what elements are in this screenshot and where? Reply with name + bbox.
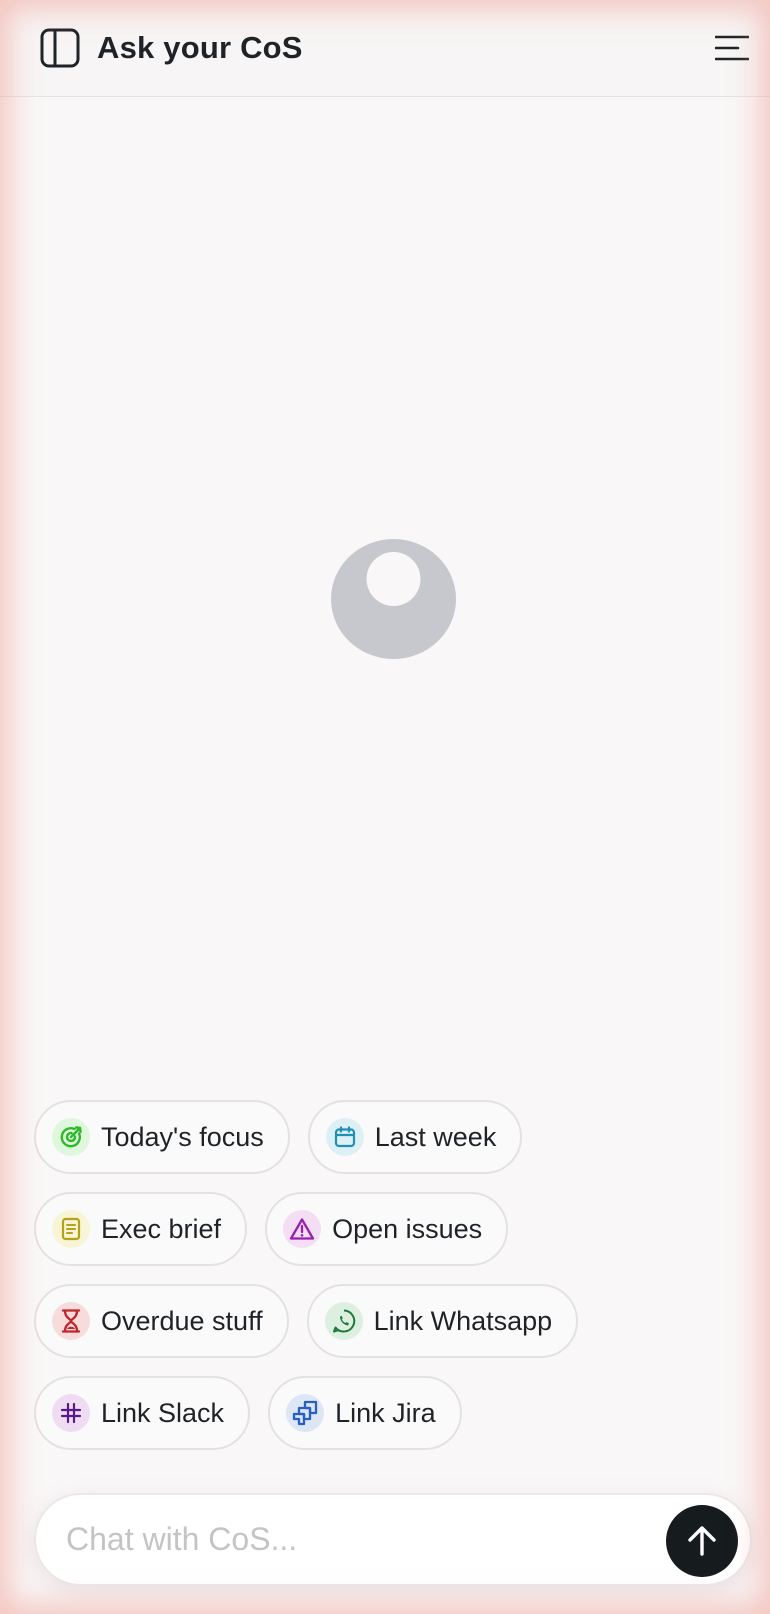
- suggestion-chip-exec-brief[interactable]: Exec brief: [34, 1192, 248, 1266]
- whatsapp-icon: [324, 1302, 363, 1340]
- suggestion-chip-today-s-focus[interactable]: Today's focus: [34, 1100, 290, 1174]
- suggestion-chips: Today's focus Last week Exec brief Open iss…: [34, 1100, 734, 1468]
- arrow-up-icon: [688, 1526, 716, 1556]
- suggestion-chip-label: Link Slack: [101, 1397, 225, 1428]
- warning-icon: [283, 1210, 322, 1248]
- suggestion-chip-link-slack[interactable]: Link Slack: [34, 1376, 251, 1450]
- sidebar-toggle-button[interactable]: [40, 28, 80, 68]
- page-title: Ask your CoS: [97, 30, 303, 65]
- suggestion-row: Link Slack Link Jira: [34, 1376, 734, 1450]
- document-icon: [52, 1210, 90, 1248]
- suggestion-chip-last-week[interactable]: Last week: [307, 1100, 523, 1174]
- suggestion-chip-label: Last week: [374, 1121, 497, 1152]
- send-button[interactable]: [666, 1505, 738, 1577]
- chat-composer: [34, 1493, 752, 1586]
- suggestion-row: Exec brief Open issues: [34, 1192, 734, 1266]
- chat-input[interactable]: [66, 1509, 626, 1570]
- slack-icon: [52, 1394, 90, 1432]
- suggestion-chip-label: Link Whatsapp: [373, 1305, 553, 1336]
- jira-icon: [286, 1394, 325, 1432]
- suggestion-chip-open-issues[interactable]: Open issues: [265, 1192, 509, 1266]
- suggestion-chip-link-whatsapp[interactable]: Link Whatsapp: [306, 1284, 579, 1358]
- suggestion-row: Overdue stuff Link Whatsapp: [34, 1284, 734, 1358]
- user-avatar-icon: [331, 539, 456, 659]
- suggestion-chip-label: Today's focus: [101, 1121, 264, 1152]
- hamburger-menu-icon: [715, 35, 749, 61]
- suggestion-chip-link-jira[interactable]: Link Jira: [268, 1376, 462, 1450]
- suggestion-chip-label: Open issues: [332, 1213, 483, 1244]
- suggestion-chip-label: Exec brief: [101, 1213, 222, 1244]
- assistant-avatar: [331, 539, 456, 659]
- target-icon: [52, 1118, 90, 1156]
- suggestion-row: Today's focus Last week: [34, 1100, 734, 1174]
- suggestion-chip-label: Overdue stuff: [101, 1305, 263, 1336]
- calendar-icon: [325, 1118, 364, 1156]
- sidebar-panel-icon: [40, 28, 80, 68]
- menu-button[interactable]: [714, 32, 750, 64]
- hourglass-icon: [52, 1302, 90, 1340]
- app-header: Ask your CoS: [0, 0, 770, 97]
- suggestion-chip-overdue-stuff[interactable]: Overdue stuff: [34, 1284, 289, 1358]
- suggestion-chip-label: Link Jira: [335, 1397, 436, 1428]
